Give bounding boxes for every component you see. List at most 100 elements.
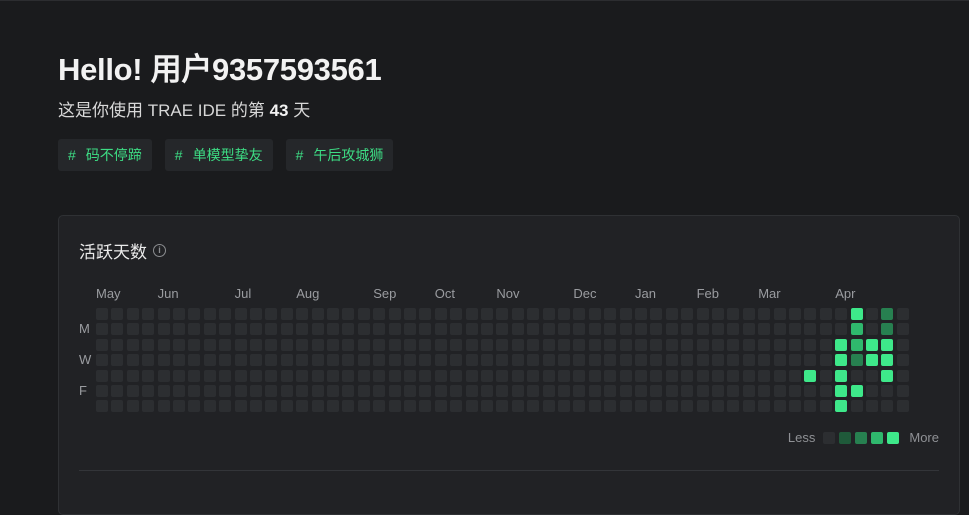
heatmap-cell[interactable] — [96, 354, 108, 367]
heatmap-cell[interactable] — [96, 338, 108, 351]
heatmap-cell[interactable] — [527, 385, 540, 397]
heatmap-cell[interactable] — [219, 338, 232, 351]
heatmap-cell[interactable] — [188, 369, 201, 382]
heatmap-cell[interactable] — [265, 323, 278, 336]
heatmap-cell[interactable] — [650, 400, 663, 413]
heatmap-cell[interactable] — [434, 308, 447, 320]
heatmap-cell[interactable] — [804, 369, 817, 382]
heatmap-cell[interactable] — [157, 385, 170, 397]
heatmap-cell[interactable] — [604, 338, 617, 351]
heatmap-cell[interactable] — [219, 308, 232, 320]
heatmap-cell[interactable] — [404, 338, 416, 351]
heatmap-cell[interactable] — [496, 338, 509, 351]
heatmap-cell[interactable] — [311, 338, 324, 351]
heatmap-cell[interactable] — [804, 385, 817, 397]
heatmap-cell[interactable] — [496, 385, 509, 397]
heatmap-cell[interactable] — [558, 369, 570, 382]
heatmap-cell[interactable] — [188, 354, 201, 367]
heatmap-cell[interactable] — [465, 323, 478, 336]
heatmap-cell[interactable] — [573, 369, 586, 382]
heatmap-cell[interactable] — [142, 385, 155, 397]
heatmap-cell[interactable] — [758, 385, 771, 397]
heatmap-cell[interactable] — [573, 338, 586, 351]
heatmap-cell[interactable] — [157, 369, 170, 382]
heatmap-cell[interactable] — [789, 369, 801, 382]
heatmap-cell[interactable] — [742, 338, 755, 351]
heatmap-cell[interactable] — [450, 354, 463, 367]
heatmap-cell[interactable] — [727, 400, 740, 413]
heatmap-cell[interactable] — [173, 308, 185, 320]
heatmap-cell[interactable] — [758, 400, 771, 413]
heatmap-cell[interactable] — [219, 400, 232, 413]
heatmap-cell[interactable] — [881, 400, 894, 413]
heatmap-cell[interactable] — [758, 323, 771, 336]
heatmap-cell[interactable] — [265, 369, 278, 382]
heatmap-cell[interactable] — [727, 338, 740, 351]
heatmap-cell[interactable] — [758, 308, 771, 320]
heatmap-cell[interactable] — [696, 338, 709, 351]
heatmap-cell[interactable] — [819, 400, 832, 413]
heatmap-cell[interactable] — [188, 385, 201, 397]
heatmap-cell[interactable] — [604, 369, 617, 382]
heatmap-cell[interactable] — [573, 308, 586, 320]
heatmap-cell[interactable] — [542, 308, 555, 320]
heatmap-cell[interactable] — [619, 323, 632, 336]
heatmap-cell[interactable] — [696, 354, 709, 367]
heatmap-cell[interactable] — [419, 369, 432, 382]
heatmap-cell[interactable] — [465, 369, 478, 382]
heatmap-cell[interactable] — [881, 385, 894, 397]
heatmap-cell[interactable] — [126, 400, 139, 413]
heatmap-cell[interactable] — [388, 369, 401, 382]
heatmap-cell[interactable] — [850, 369, 863, 382]
heatmap-cell[interactable] — [481, 338, 493, 351]
heatmap-cell[interactable] — [126, 338, 139, 351]
heatmap-cell[interactable] — [265, 308, 278, 320]
heatmap-cell[interactable] — [604, 308, 617, 320]
heatmap-cell[interactable] — [373, 369, 386, 382]
heatmap-cell[interactable] — [650, 338, 663, 351]
heatmap-cell[interactable] — [219, 385, 232, 397]
heatmap-cell[interactable] — [342, 385, 355, 397]
heatmap-cell[interactable] — [342, 323, 355, 336]
heatmap-cell[interactable] — [465, 354, 478, 367]
heatmap-cell[interactable] — [373, 354, 386, 367]
heatmap-cell[interactable] — [342, 354, 355, 367]
heatmap-cell[interactable] — [388, 338, 401, 351]
heatmap-cell[interactable] — [419, 385, 432, 397]
heatmap-cell[interactable] — [327, 385, 339, 397]
heatmap-cell[interactable] — [665, 385, 678, 397]
heatmap-cell[interactable] — [126, 323, 139, 336]
heatmap-cell[interactable] — [250, 400, 262, 413]
heatmap-cell[interactable] — [280, 400, 293, 413]
heatmap-cell[interactable] — [327, 323, 339, 336]
heatmap-cell[interactable] — [789, 354, 801, 367]
heatmap-cell[interactable] — [173, 338, 185, 351]
heatmap-cell[interactable] — [866, 385, 878, 397]
heatmap-cell[interactable] — [542, 338, 555, 351]
heatmap-cell[interactable] — [712, 323, 724, 336]
heatmap-cell[interactable] — [373, 400, 386, 413]
heatmap-cell[interactable] — [111, 338, 124, 351]
heatmap-cell[interactable] — [265, 354, 278, 367]
heatmap-cell[interactable] — [188, 308, 201, 320]
heatmap-cell[interactable] — [758, 338, 771, 351]
heatmap-cell[interactable] — [588, 385, 601, 397]
heatmap-cell[interactable] — [604, 354, 617, 367]
heatmap-cell[interactable] — [388, 323, 401, 336]
heatmap-cell[interactable] — [773, 323, 786, 336]
heatmap-cell[interactable] — [542, 369, 555, 382]
heatmap-cell[interactable] — [527, 400, 540, 413]
heatmap-cell[interactable] — [881, 354, 894, 367]
heatmap-cell[interactable] — [327, 354, 339, 367]
heatmap-cell[interactable] — [542, 400, 555, 413]
heatmap-cell[interactable] — [742, 354, 755, 367]
heatmap-cell[interactable] — [450, 400, 463, 413]
heatmap-cell[interactable] — [142, 369, 155, 382]
heatmap-cell[interactable] — [450, 323, 463, 336]
heatmap-cell[interactable] — [434, 385, 447, 397]
heatmap-cell[interactable] — [434, 323, 447, 336]
heatmap-cell[interactable] — [481, 308, 493, 320]
heatmap-cell[interactable] — [681, 323, 694, 336]
heatmap-cell[interactable] — [712, 385, 724, 397]
heatmap-cell[interactable] — [588, 323, 601, 336]
